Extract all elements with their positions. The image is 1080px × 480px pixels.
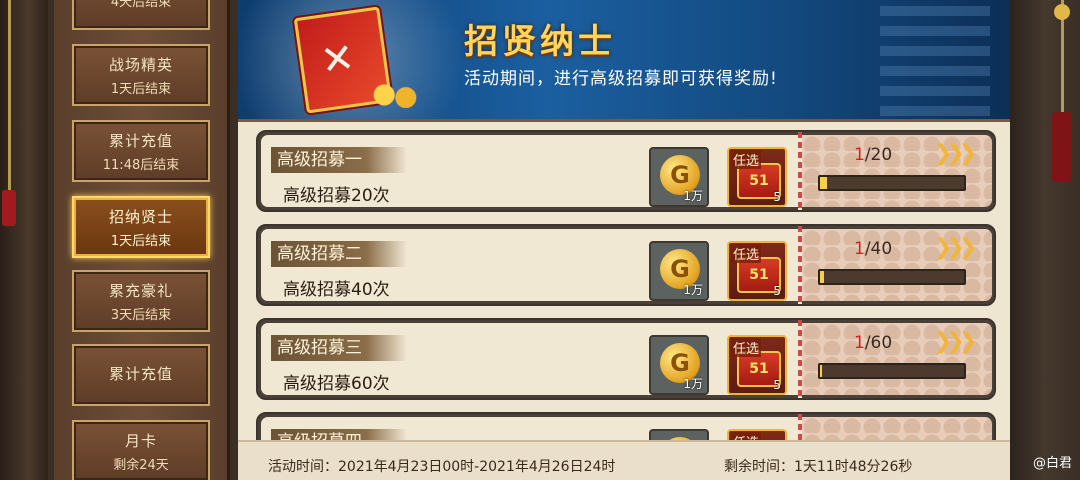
task-row: 高级招募一 高级招募20次 G 1万 51 任选 5 1/20 ❯❯❯ bbox=[256, 130, 996, 212]
go-arrow-icon[interactable]: ❯❯❯ bbox=[934, 141, 977, 166]
sidebar-item-subtitle: 1天后结束 bbox=[110, 81, 172, 97]
sidebar-item-title: 累计充值 bbox=[108, 365, 173, 383]
sidebar-item-subtitle: 1天后结束 bbox=[110, 233, 172, 249]
knob-icon bbox=[1054, 4, 1070, 20]
reward-quantity: 5 bbox=[773, 190, 781, 204]
progress-area: 1/60 ❯❯❯ bbox=[802, 323, 992, 395]
progress-fill bbox=[820, 177, 828, 189]
event-footer: 活动时间：2021年4月23日00时-2021年4月26日24时 剩余时间：1天… bbox=[238, 440, 1010, 480]
task-title: 高级招募二 bbox=[271, 241, 407, 267]
reward-quantity: 5 bbox=[773, 284, 781, 298]
reward-gift[interactable]: 51 任选 5 bbox=[727, 241, 787, 301]
sidebar-item-recruit-talent[interactable]: 招纳贤士 1天后结束 bbox=[72, 196, 210, 258]
sidebar-item-0[interactable]: 4天后结束 bbox=[72, 0, 210, 30]
banner-building bbox=[880, 6, 990, 116]
main-panel: ✕ 招贤纳士 活动期间，进行高级招募即可获得奖励! 高级招募一 高级招募20次 … bbox=[238, 0, 1010, 480]
reward-gift[interactable]: 51 任选 5 bbox=[727, 335, 787, 395]
reward-quantity: 1万 bbox=[683, 189, 703, 203]
banner-title: 招贤纳士 bbox=[464, 22, 616, 62]
progress-area: 1/20 ❯❯❯ bbox=[802, 135, 992, 207]
sidebar-item-recharge-gift[interactable]: 累充豪礼 3天后结束 bbox=[72, 270, 210, 332]
banner-description: 活动期间，进行高级招募即可获得奖励! bbox=[464, 69, 778, 89]
sidebar-item-title: 招纳贤士 bbox=[108, 207, 173, 226]
reward-gift[interactable]: 51 任选 5 bbox=[727, 147, 787, 207]
reward-tag: 任选 bbox=[731, 244, 762, 263]
rope-decoration bbox=[8, 0, 11, 200]
tassel-icon bbox=[2, 190, 16, 226]
go-arrow-icon[interactable]: ❯❯❯ bbox=[934, 329, 977, 354]
sidebar-item-monthly-card[interactable]: 月卡 剩余24天 bbox=[72, 420, 210, 480]
progress-bar bbox=[818, 175, 966, 191]
sidebar-item-battlefield-elite[interactable]: 战场精英 1天后结束 bbox=[72, 44, 210, 106]
reward-gold[interactable]: G 1万 bbox=[649, 241, 709, 301]
sidebar-item-cumulative-recharge-2[interactable]: 累计充值 bbox=[72, 344, 210, 406]
task-title: 高级招募三 bbox=[271, 335, 407, 361]
progress-total: /20 bbox=[864, 145, 893, 165]
reward-tag: 任选 bbox=[731, 150, 762, 169]
progress-total: /60 bbox=[864, 333, 893, 353]
reward-quantity: 1万 bbox=[683, 283, 703, 297]
progress-total: /40 bbox=[864, 239, 893, 259]
progress-current: 1 bbox=[854, 145, 865, 165]
progress-text: 1/20 bbox=[854, 145, 892, 165]
task-info: 高级招募三 高级招募60次 G 1万 51 任选 5 bbox=[261, 323, 801, 395]
crossed-swords-icon: ✕ bbox=[317, 34, 358, 85]
left-frame bbox=[0, 0, 48, 480]
task-row: 高级招募三 高级招募60次 G 1万 51 任选 5 1/60 ❯❯❯ bbox=[256, 318, 996, 400]
coins-icon bbox=[368, 82, 422, 108]
sidebar-item-subtitle: 剩余24天 bbox=[113, 457, 169, 473]
reward-quantity: 5 bbox=[773, 378, 781, 392]
sidebar-item-title: 累计充值 bbox=[108, 131, 173, 150]
right-frame bbox=[1010, 0, 1080, 480]
task-info: 高级招募二 高级招募40次 G 1万 51 任选 5 bbox=[261, 229, 801, 301]
sidebar-item-subtitle: 4天后结束 bbox=[110, 0, 172, 10]
sidebar-item-subtitle: 11:48后结束 bbox=[102, 157, 180, 173]
reward-gold[interactable]: G 1万 bbox=[649, 335, 709, 395]
tassel-icon bbox=[1052, 112, 1072, 182]
reward-gold[interactable]: G 1万 bbox=[649, 147, 709, 207]
event-banner: ✕ 招贤纳士 活动期间，进行高级招募即可获得奖励! bbox=[238, 0, 1010, 122]
remaining-time: 剩余时间：1天11时48分26秒 bbox=[724, 459, 913, 475]
progress-current: 1 bbox=[854, 333, 865, 353]
progress-fill bbox=[820, 271, 824, 283]
sidebar-item-subtitle: 3天后结束 bbox=[110, 307, 172, 323]
task-info: 高级招募一 高级招募20次 G 1万 51 任选 5 bbox=[261, 135, 801, 207]
sidebar-item-cumulative-recharge[interactable]: 累计充值 11:48后结束 bbox=[72, 120, 210, 182]
progress-area: 1/40 ❯❯❯ bbox=[802, 229, 992, 301]
progress-bar bbox=[818, 363, 966, 379]
progress-text: 1/40 bbox=[854, 239, 892, 259]
activity-sidebar: 4天后结束 战场精英 1天后结束 累计充值 11:48后结束 招纳贤士 1天后结… bbox=[54, 0, 230, 480]
task-description: 高级招募60次 bbox=[283, 374, 390, 394]
sidebar-item-title: 累充豪礼 bbox=[108, 281, 173, 300]
task-description: 高级招募40次 bbox=[283, 280, 390, 300]
task-row: 高级招募二 高级招募40次 G 1万 51 任选 5 1/40 ❯❯❯ bbox=[256, 224, 996, 306]
progress-fill bbox=[820, 365, 823, 377]
go-arrow-icon[interactable]: ❯❯❯ bbox=[934, 235, 977, 260]
reward-quantity: 1万 bbox=[683, 377, 703, 391]
progress-bar bbox=[818, 269, 966, 285]
sidebar-item-title: 战场精英 bbox=[108, 55, 173, 74]
sidebar-item-title: 月卡 bbox=[124, 431, 157, 450]
progress-text: 1/60 bbox=[854, 333, 892, 353]
task-title: 高级招募一 bbox=[271, 147, 407, 173]
progress-current: 1 bbox=[854, 239, 865, 259]
activity-time: 活动时间：2021年4月23日00时-2021年4月26日24时 bbox=[268, 459, 616, 475]
reward-tag: 任选 bbox=[731, 338, 762, 357]
task-description: 高级招募20次 bbox=[283, 186, 390, 206]
watermark: @白君 bbox=[1032, 456, 1072, 471]
